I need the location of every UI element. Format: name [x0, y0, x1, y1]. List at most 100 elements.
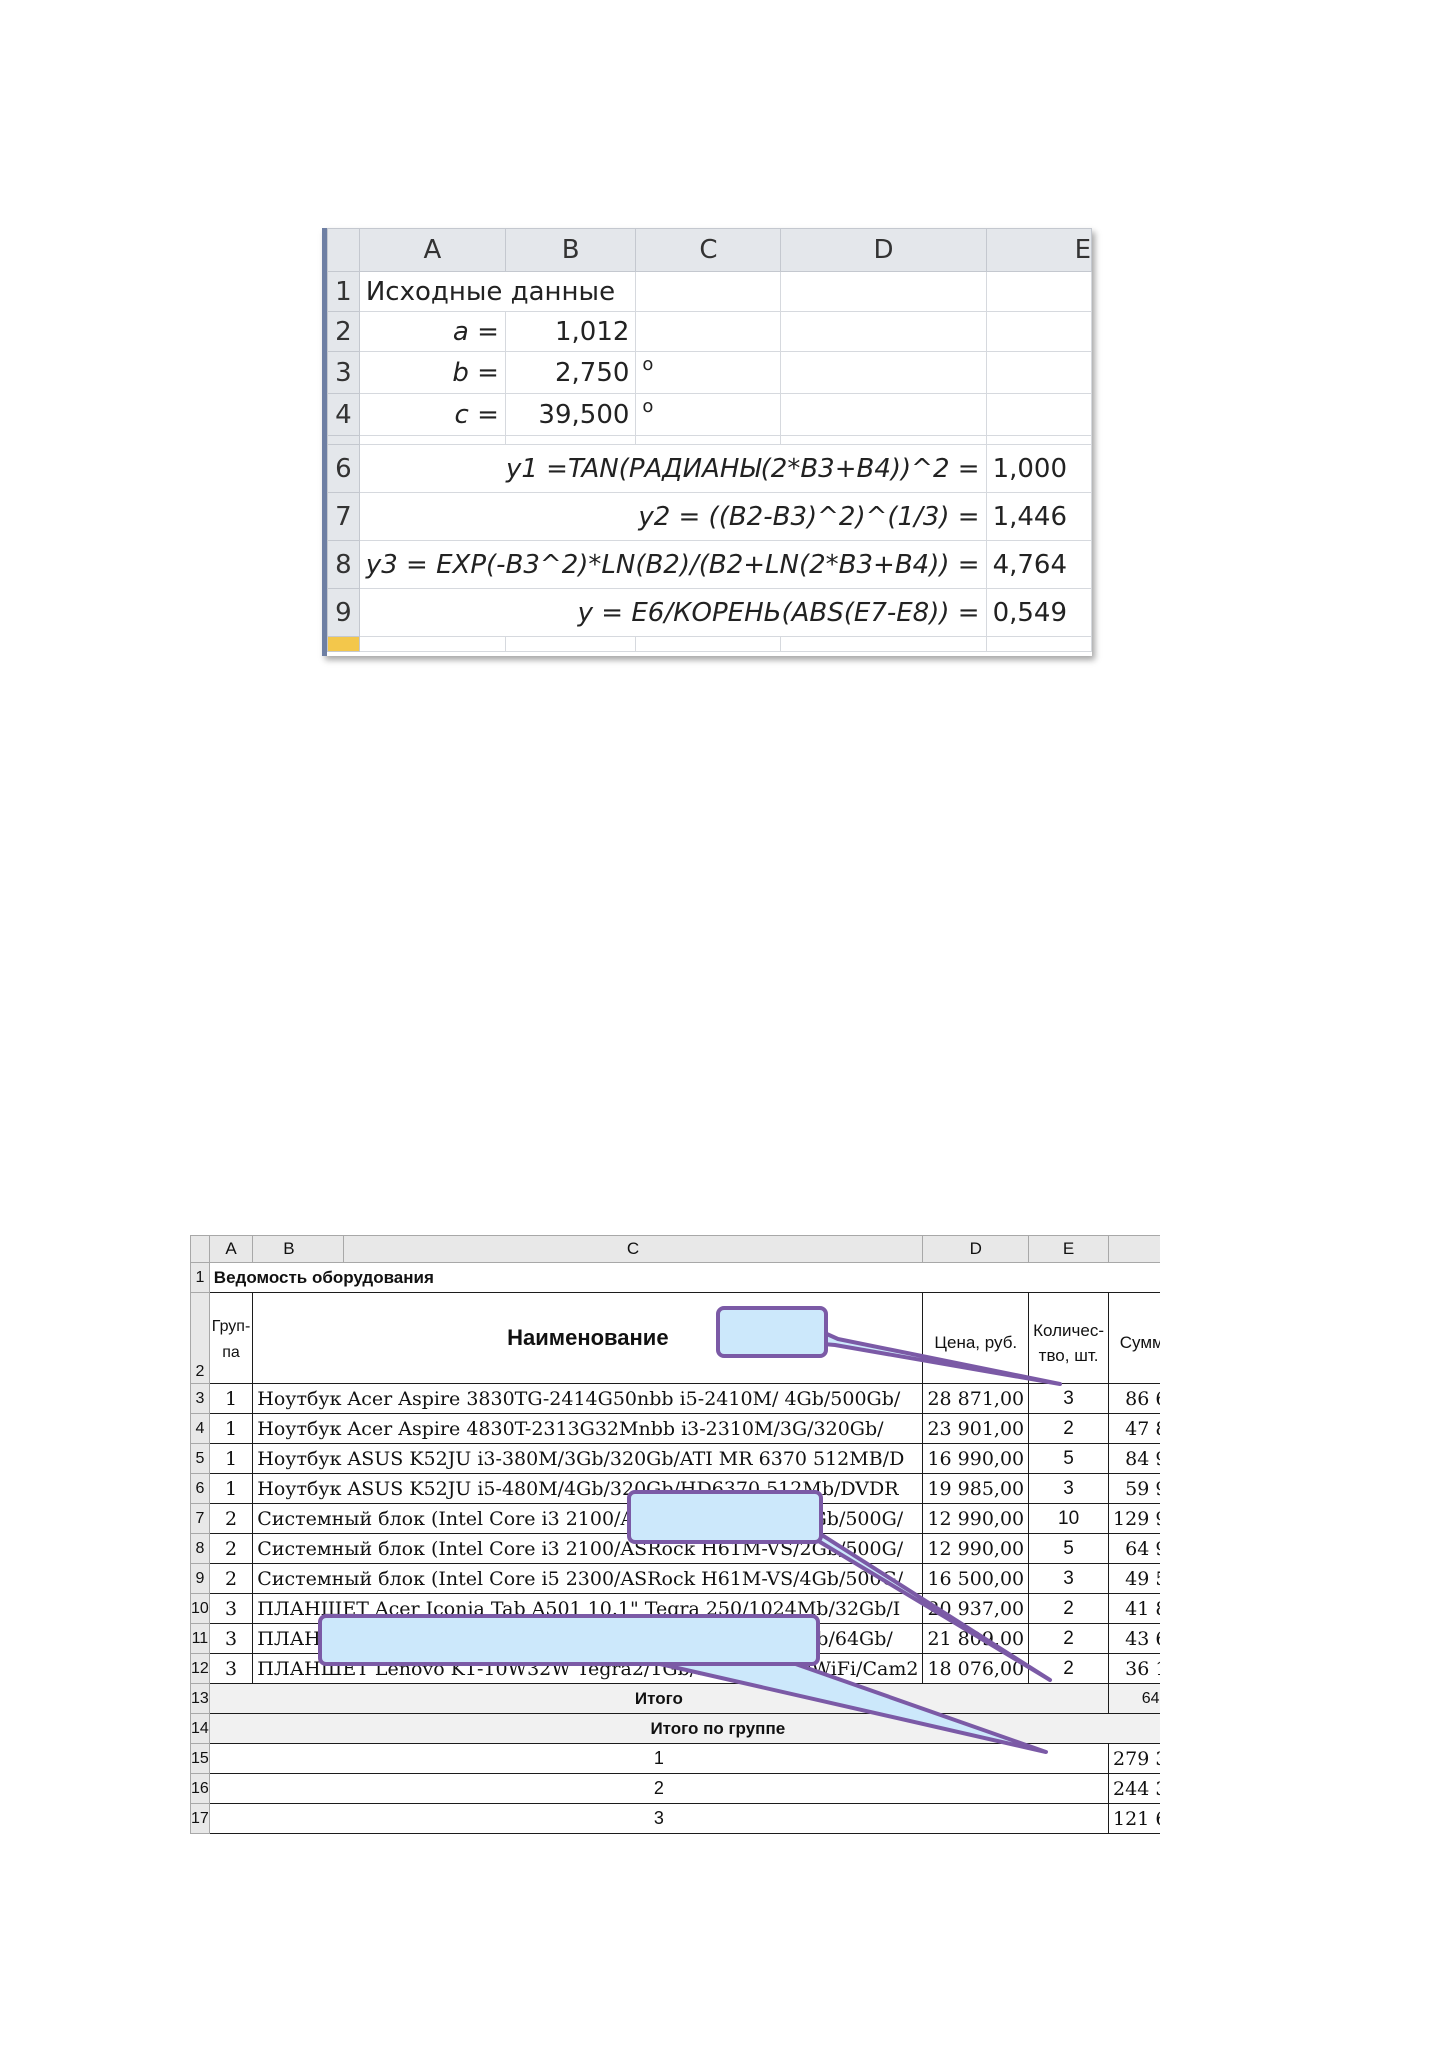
header-group[interactable]: Груп-па [208, 1292, 254, 1384]
cell-c5[interactable] [635, 435, 782, 445]
row-header[interactable]: 15 [190, 1743, 210, 1774]
select-all-corner[interactable] [190, 1235, 210, 1263]
cell-price[interactable]: 16 500,00 [922, 1563, 1030, 1594]
cell-price[interactable]: 19 985,00 [922, 1473, 1030, 1504]
column-header-e[interactable]: E [985, 228, 1092, 272]
cell-sum[interactable]: 43 618,00 [1108, 1623, 1160, 1654]
cell-a5[interactable] [358, 435, 506, 445]
cell-b5[interactable] [504, 435, 637, 445]
cell-c2[interactable] [635, 311, 782, 352]
cell-sum[interactable]: 64 950,00 [1108, 1533, 1160, 1564]
column-header-a[interactable]: A [208, 1235, 254, 1263]
total-sum[interactable]: 645 314,00 [1108, 1683, 1160, 1714]
cell-price[interactable]: 20 937,00 [922, 1593, 1030, 1624]
cell-d5[interactable] [780, 435, 987, 445]
cell-b10[interactable] [504, 636, 637, 652]
row-header[interactable]: 3 [190, 1383, 210, 1414]
cell-e7[interactable]: 1,446 [985, 492, 1092, 541]
header-sum[interactable]: Сумма, руб. [1108, 1292, 1160, 1384]
cell-price[interactable]: 28 871,00 [922, 1383, 1030, 1414]
column-header-d[interactable]: D [780, 228, 987, 272]
cell-e1[interactable] [985, 271, 1092, 312]
cell-c4[interactable]: o [635, 393, 782, 436]
column-header-d[interactable]: D [922, 1235, 1030, 1263]
row-header[interactable]: 6 [190, 1473, 210, 1504]
cell-group[interactable]: 3 [208, 1653, 254, 1684]
cell-group[interactable]: 1 [208, 1473, 254, 1504]
group-number[interactable]: 2 [208, 1773, 1110, 1804]
row-header[interactable]: 14 [190, 1713, 210, 1744]
row-header[interactable]: 4 [190, 1413, 210, 1444]
cell-sum[interactable]: 49 500,00 [1108, 1563, 1160, 1594]
column-header-f[interactable]: F [1108, 1235, 1160, 1263]
cell-qty[interactable]: 5 [1028, 1443, 1110, 1474]
total-label[interactable]: Итого [208, 1683, 1110, 1714]
row-header[interactable]: 9 [190, 1563, 210, 1594]
row-header[interactable]: 4 [327, 393, 360, 436]
group-sum[interactable]: 121 644,00 [1108, 1803, 1160, 1834]
cell-qty[interactable]: 2 [1028, 1593, 1110, 1624]
select-all-corner[interactable] [327, 228, 360, 272]
cell-formula-y2[interactable]: y2 = ((B2-B3)^2)^(1/3) = [358, 492, 987, 541]
cell-b4[interactable]: 39,500 [504, 393, 637, 436]
cell-price[interactable]: 12 990,00 [922, 1533, 1030, 1564]
cell-price[interactable]: 21 809,00 [922, 1623, 1030, 1654]
cell-group[interactable]: 2 [208, 1503, 254, 1534]
cell-sum[interactable]: 84 950,00 [1108, 1443, 1160, 1474]
cell-a2[interactable]: a = [358, 311, 506, 352]
cell-d2[interactable] [780, 311, 987, 352]
column-header-b[interactable]: B [504, 228, 637, 272]
row-header-active[interactable] [327, 636, 360, 652]
row-header[interactable]: 9 [327, 588, 360, 637]
cell-name[interactable]: Системный блок (Intel Core i3 2100/ASRoc… [252, 1503, 924, 1534]
cell-c10[interactable] [635, 636, 782, 652]
cell-sum[interactable]: 36 152,00 [1108, 1653, 1160, 1684]
cell-sum[interactable]: 47 802,00 [1108, 1413, 1160, 1444]
cell-qty[interactable]: 10 [1028, 1503, 1110, 1534]
cell-e6[interactable]: 1,000 [985, 444, 1092, 493]
cell-name[interactable]: Системный блок (Intel Core i5 2300/ASRoc… [252, 1563, 924, 1594]
cell-qty[interactable]: 2 [1028, 1623, 1110, 1654]
group-sum[interactable]: 279 320,00 [1108, 1743, 1160, 1774]
cell-group[interactable]: 2 [208, 1533, 254, 1564]
cell-c1[interactable] [635, 271, 782, 312]
cell-sum[interactable]: 86 613,00 [1108, 1383, 1160, 1414]
cell-sum[interactable]: 59 955,00 [1108, 1473, 1160, 1504]
cell-qty[interactable]: 3 [1028, 1563, 1110, 1594]
row-header[interactable]: 10 [190, 1593, 210, 1624]
row-header[interactable]: 17 [190, 1803, 210, 1834]
cell-d1[interactable] [780, 271, 987, 312]
cell-e9[interactable]: 0,549 [985, 588, 1092, 637]
cell-name[interactable]: Ноутбук Acer Aspire 4830T-2313G32Mnbb i3… [252, 1413, 924, 1444]
cell-e4[interactable] [985, 393, 1092, 436]
group-header-label[interactable]: Итого по группе [208, 1713, 1160, 1744]
cell-qty[interactable]: 3 [1028, 1473, 1110, 1504]
header-price[interactable]: Цена, руб. [922, 1292, 1030, 1384]
column-header-a[interactable]: A [358, 228, 506, 272]
cell-formula-y[interactable]: y = E6/КОРЕНЬ(ABS(E7-E8)) = [358, 588, 987, 637]
cell-sum[interactable]: 41 874,00 [1108, 1593, 1160, 1624]
cell-group[interactable]: 1 [208, 1383, 254, 1414]
row-header[interactable]: 1 [190, 1262, 210, 1293]
cell-group[interactable]: 3 [208, 1623, 254, 1654]
cell-group[interactable]: 1 [208, 1443, 254, 1474]
cell-d3[interactable] [780, 351, 987, 394]
row-header[interactable]: 6 [327, 444, 360, 493]
cell-c3[interactable]: o [635, 351, 782, 394]
row-header[interactable]: 1 [327, 271, 360, 312]
cell-price[interactable]: 23 901,00 [922, 1413, 1030, 1444]
row-header[interactable]: 16 [190, 1773, 210, 1804]
row-header[interactable]: 7 [190, 1503, 210, 1534]
group-sum[interactable]: 244 350,00 [1108, 1773, 1160, 1804]
cell-e10[interactable] [985, 636, 1092, 652]
cell-d4[interactable] [780, 393, 987, 436]
row-header[interactable]: 8 [190, 1533, 210, 1564]
cell-name[interactable]: Ноутбук Acer Aspire 3830TG-2414G50nbb i5… [252, 1383, 924, 1414]
row-header[interactable]: 7 [327, 492, 360, 541]
cell-b2[interactable]: 1,012 [504, 311, 637, 352]
row-header[interactable]: 12 [190, 1653, 210, 1684]
cell-sum[interactable]: 129 900,00 [1108, 1503, 1160, 1534]
cell-name[interactable]: Ноутбук ASUS K52JU i3-380M/3Gb/320Gb/ATI… [252, 1443, 924, 1474]
cell-price[interactable]: 12 990,00 [922, 1503, 1030, 1534]
row-header[interactable] [327, 435, 360, 445]
